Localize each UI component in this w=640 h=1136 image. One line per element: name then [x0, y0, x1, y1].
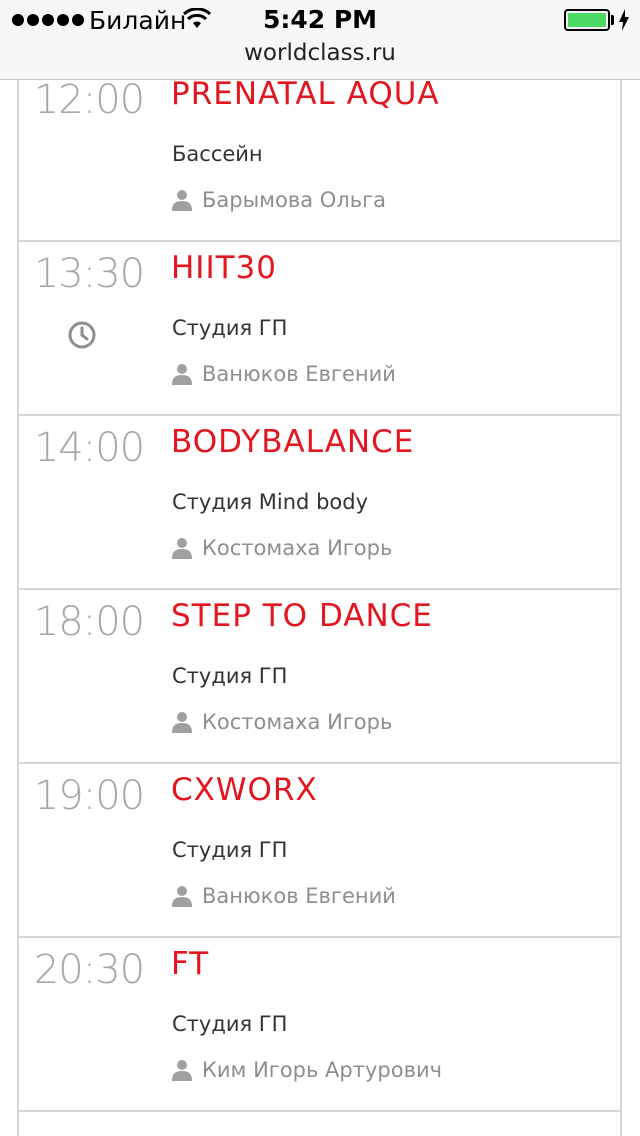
charging-bolt-icon [619, 9, 629, 31]
class-title[interactable]: PRENATAL AQUA [171, 76, 440, 112]
status-bar: Билайн 5:42 PM [0, 0, 640, 40]
class-time: 12:00 [33, 77, 145, 123]
class-time: 18:00 [33, 599, 145, 645]
class-title[interactable]: BODYBALANCE [171, 424, 414, 460]
class-trainer: Ванюков Евгений [172, 362, 396, 386]
class-title[interactable]: CXWORX [171, 772, 318, 808]
person-icon [172, 364, 192, 385]
class-time: 19:00 [33, 773, 145, 819]
browser-header: Билайн 5:42 PM worldclass.ru [0, 0, 640, 80]
person-icon [172, 1060, 192, 1081]
schedule-entry[interactable]: 13:30 HIIT30 Студия ГП Ванюков Евгений [19, 242, 620, 416]
trainer-name: Ванюков Евгений [202, 884, 396, 908]
class-time: 14:00 [33, 425, 145, 471]
person-icon [172, 712, 192, 733]
url-bar[interactable]: worldclass.ru [0, 40, 640, 66]
battery-icon [564, 9, 610, 31]
class-room: Студия ГП [172, 1012, 288, 1036]
class-trainer: Костомаха Игорь [172, 710, 392, 734]
class-title[interactable]: STEP TO DANCE [171, 598, 433, 634]
class-trainer: Костомаха Игорь [172, 536, 392, 560]
clock-icon [68, 321, 96, 349]
trainer-name: Костомаха Игорь [202, 710, 393, 734]
class-room: Студия ГП [172, 316, 288, 340]
person-icon [172, 190, 192, 211]
class-schedule-list: 12:00 PRENATAL AQUA Бассейн Барымова Оль… [17, 76, 622, 1136]
schedule-entry[interactable]: 19:00 CXWORX Студия ГП Ванюков Евгений [19, 764, 620, 938]
class-room: Студия ГП [172, 838, 288, 862]
status-time: 5:42 PM [262, 5, 378, 34]
class-time: 20:30 [33, 947, 145, 993]
class-title[interactable]: HIIT30 [171, 250, 277, 286]
trainer-name: Ванюков Евгений [202, 362, 396, 386]
class-title[interactable]: FT [171, 946, 209, 982]
schedule-entry[interactable]: 14:00 BODYBALANCE Студия Mind body Косто… [19, 416, 620, 590]
schedule-entry[interactable]: 12:00 PRENATAL AQUA Бассейн Барымова Оль… [19, 76, 620, 242]
class-room: Бассейн [172, 142, 263, 166]
schedule-entry[interactable]: 20:30 FT Студия ГП Ким Игорь Артурович [19, 938, 620, 1112]
class-trainer: Барымова Ольга [172, 188, 386, 212]
class-room: Студия ГП [172, 664, 288, 688]
person-icon [172, 538, 192, 559]
schedule-entry[interactable]: 18:00 STEP TO DANCE Студия ГП Костомаха … [19, 590, 620, 764]
person-icon [172, 886, 192, 907]
trainer-name: Барымова Ольга [202, 188, 387, 212]
class-trainer: Ванюков Евгений [172, 884, 396, 908]
battery-cap [611, 15, 614, 25]
class-room: Студия Mind body [172, 490, 369, 514]
class-trainer: Ким Игорь Артурович [172, 1058, 442, 1082]
trainer-name: Ким Игорь Артурович [202, 1058, 443, 1082]
class-time: 13:30 [33, 251, 145, 297]
trainer-name: Костомаха Игорь [202, 536, 393, 560]
